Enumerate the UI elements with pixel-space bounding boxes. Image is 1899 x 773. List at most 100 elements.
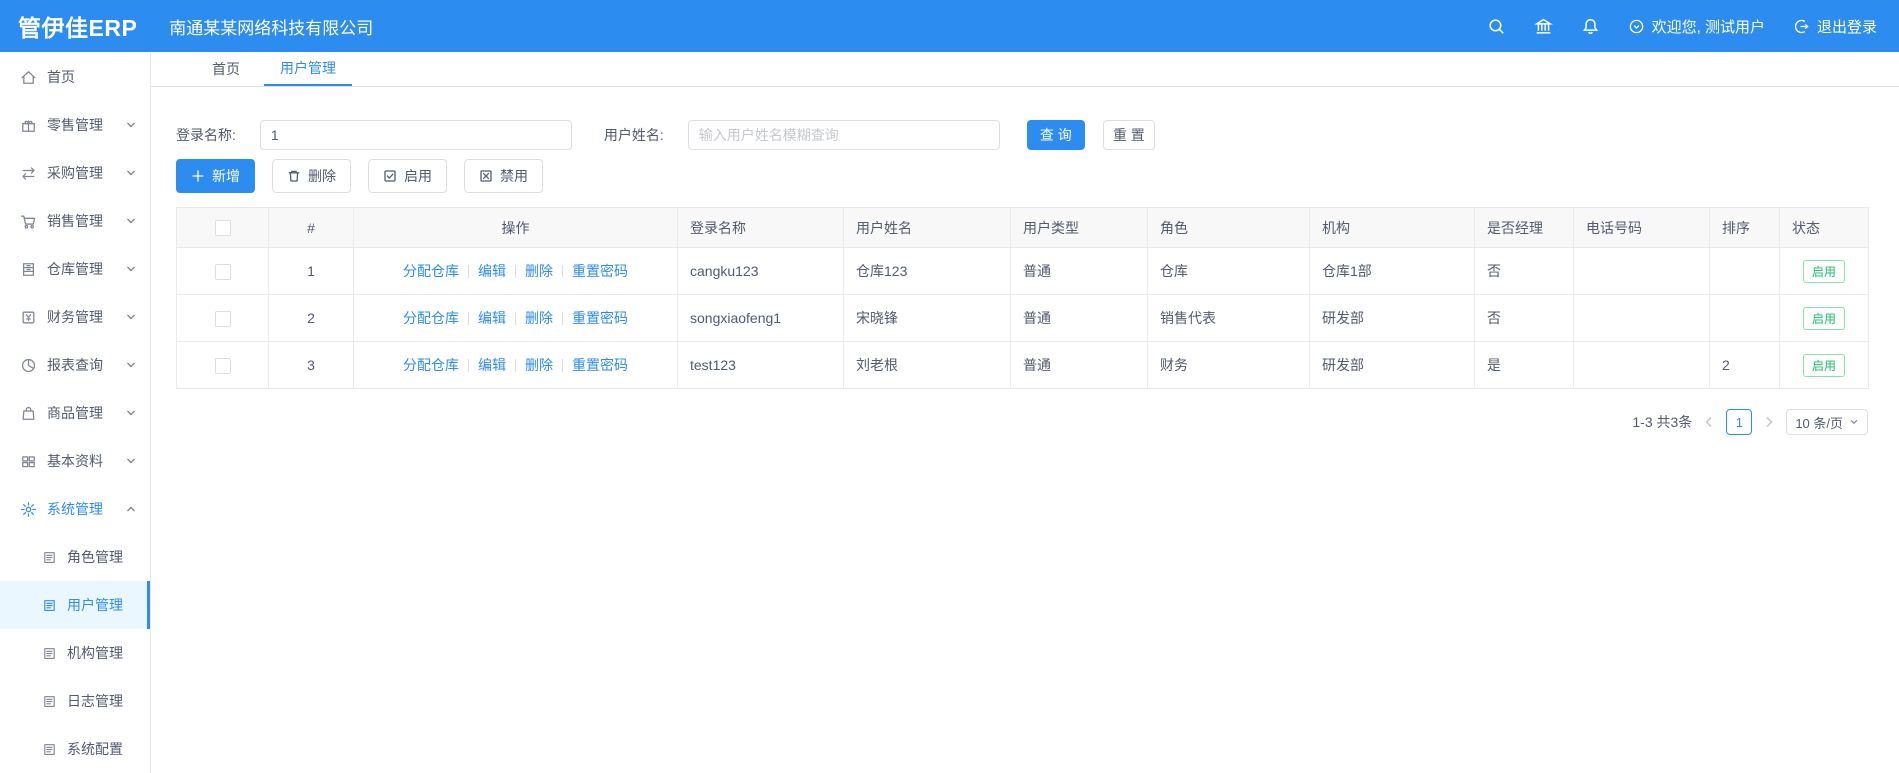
cell-login: songxiaofeng1 <box>677 294 844 342</box>
sidebar-item-config[interactable]: 系统配置 <box>0 725 150 773</box>
sidebar-item-label: 系统配置 <box>67 741 123 757</box>
sidebar-item-label: 用户管理 <box>67 597 123 613</box>
sidebar-item-finance[interactable]: 财务管理 <box>0 293 150 341</box>
action-link-0[interactable]: 分配仓库 <box>403 261 459 281</box>
action-link-0[interactable]: 分配仓库 <box>403 355 459 375</box>
cell-actions: 分配仓库 编辑 删除 重置密码 <box>353 341 678 389</box>
header-login: 登录名称 <box>677 207 844 248</box>
tab-user-management[interactable]: 用户管理 <box>264 52 352 86</box>
table-row: 1 分配仓库 编辑 删除 重置密码 cangku123 仓库123 普通 仓库 仓库1部否启用 <box>176 247 1869 295</box>
sidebar-item-org[interactable]: 机构管理 <box>0 629 150 677</box>
cell-name: 宋晓锋 <box>843 294 1011 342</box>
sidebar-item-report[interactable]: 报表查询 <box>0 341 150 389</box>
bank-icon[interactable] <box>1533 17 1553 36</box>
header-org: 机构 <box>1309 207 1475 248</box>
bell-icon[interactable] <box>1581 17 1600 36</box>
sidebar-item-product[interactable]: 商品管理 <box>0 389 150 437</box>
action-link-1[interactable]: 编辑 <box>478 355 506 375</box>
action-toolbar: 新增 删除 启用 禁用 <box>176 159 1869 193</box>
sidebar-item-sales[interactable]: 销售管理 <box>0 197 150 245</box>
swap-icon <box>20 165 37 182</box>
action-link-0[interactable]: 分配仓库 <box>403 308 459 328</box>
action-separator <box>515 311 516 325</box>
enable-label: 启用 <box>404 168 432 184</box>
chevron-down-icon <box>125 455 137 467</box>
body-row: 首页 零售管理 采购管理 销售管理 仓库管理 财务管理 报表查询 商品管理 基本资料 系统管理 角色… <box>0 52 1899 773</box>
action-link-2[interactable]: 删除 <box>525 308 553 328</box>
chevron-down-icon <box>125 167 137 179</box>
main-area: 首页 用户管理 登录名称: 用户姓名: 查 询 重 置 <box>151 52 1899 773</box>
cell-org: 研发部 <box>1309 341 1475 389</box>
action-link-3[interactable]: 重置密码 <box>572 261 628 281</box>
query-button[interactable]: 查 询 <box>1026 120 1085 150</box>
sidebar-item-system[interactable]: 系统管理 <box>0 485 150 533</box>
action-separator <box>515 358 516 372</box>
sidebar-item-label: 系统管理 <box>47 501 103 517</box>
action-link-3[interactable]: 重置密码 <box>572 355 628 375</box>
sidebar-menu: 首页零售管理 采购管理 销售管理 仓库管理财务管理报表查询 商品管理 基本资料系统管理角色… <box>0 52 151 773</box>
page-size-value: 10 条/页 <box>1795 415 1843 431</box>
reset-button[interactable]: 重 置 <box>1102 120 1155 150</box>
header-role: 角色 <box>1147 207 1310 248</box>
search-icon[interactable] <box>1487 17 1506 36</box>
sidebar-item-label: 机构管理 <box>67 645 123 661</box>
delete-label: 删除 <box>308 168 336 184</box>
select-all-checkbox[interactable] <box>214 220 231 237</box>
cell-role: 财务 <box>1147 341 1310 389</box>
prev-page-icon[interactable] <box>1702 415 1716 429</box>
sidebar-item-user[interactable]: 用户管理 <box>0 581 150 629</box>
header-index: # <box>268 207 354 248</box>
cell-org: 仓库1部 <box>1309 247 1475 295</box>
warehouse-icon <box>20 261 37 278</box>
sidebar-item-label: 首页 <box>47 69 75 85</box>
sidebar-item-home[interactable]: 首页 <box>0 53 150 101</box>
header-actions: 欢迎您, 测试用户 退出登录 <box>1487 16 1899 37</box>
next-page-icon[interactable] <box>1762 415 1776 429</box>
sidebar-item-retail[interactable]: 零售管理 <box>0 101 150 149</box>
grid-icon <box>20 453 37 470</box>
action-link-1[interactable]: 编辑 <box>478 308 506 328</box>
tab-home[interactable]: 首页 <box>196 52 256 86</box>
pagination-total: 1-3 共3条 <box>1632 414 1693 430</box>
cell-actions: 分配仓库 编辑 删除 重置密码 <box>353 247 678 295</box>
logout-button[interactable]: 退出登录 <box>1793 16 1877 37</box>
sidebar-item-log[interactable]: 日志管理 <box>0 677 150 725</box>
doc-icon <box>42 550 57 565</box>
page-size-select[interactable]: 10 条/页 <box>1786 409 1868 435</box>
cell-status: 启用 <box>1779 341 1869 389</box>
cell-sort <box>1709 247 1780 295</box>
action-link-1[interactable]: 编辑 <box>478 261 506 281</box>
action-link-2[interactable]: 删除 <box>525 355 553 375</box>
pagination: 1-3 共3条 1 10 条/页 <box>176 409 1868 435</box>
row-checkbox[interactable] <box>214 263 231 280</box>
cell-actions: 分配仓库 编辑 删除 重置密码 <box>353 294 678 342</box>
gear-icon <box>20 501 37 518</box>
sidebar-item-warehouse[interactable]: 仓库管理 <box>0 245 150 293</box>
row-checkbox[interactable] <box>214 310 231 327</box>
add-button[interactable]: 新增 <box>176 159 255 193</box>
enable-button[interactable]: 启用 <box>368 159 447 193</box>
sidebar-item-label: 财务管理 <box>47 309 103 325</box>
login-name-input[interactable] <box>259 120 572 150</box>
delete-button[interactable]: 删除 <box>272 159 351 193</box>
row-checkbox[interactable] <box>214 357 231 374</box>
user-menu[interactable]: 欢迎您, 测试用户 <box>1628 16 1765 37</box>
action-link-3[interactable]: 重置密码 <box>572 308 628 328</box>
add-label: 新增 <box>212 168 240 184</box>
user-name-input[interactable] <box>687 120 1000 150</box>
sidebar-item-role[interactable]: 角色管理 <box>0 533 150 581</box>
chevron-down-icon <box>125 119 137 131</box>
status-badge: 启用 <box>1802 353 1845 377</box>
sidebar-item-basicdata[interactable]: 基本资料 <box>0 437 150 485</box>
doc-icon <box>42 598 57 613</box>
row-checkbox-cell <box>176 341 269 389</box>
header-name: 用户姓名 <box>843 207 1011 248</box>
action-link-2[interactable]: 删除 <box>525 261 553 281</box>
page-number-button[interactable]: 1 <box>1726 409 1753 435</box>
cell-status: 启用 <box>1779 294 1869 342</box>
status-badge: 启用 <box>1802 306 1845 330</box>
logout-label: 退出登录 <box>1816 18 1877 36</box>
login-name-label: 登录名称: <box>176 127 236 143</box>
disable-button[interactable]: 禁用 <box>464 159 543 193</box>
sidebar-item-purchase[interactable]: 采购管理 <box>0 149 150 197</box>
